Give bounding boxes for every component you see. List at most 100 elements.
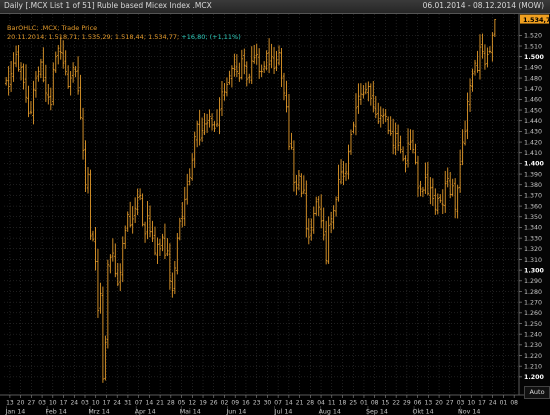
x-day-label: 29 [403, 400, 411, 407]
ohlc-bar [131, 206, 134, 234]
ohlc-bar [188, 168, 191, 186]
x-day-label: 07 [274, 400, 282, 407]
ohlc-bar [173, 260, 177, 295]
ohlc-bar [178, 217, 182, 241]
ohlc-bar [193, 131, 196, 168]
ohlc-bar [431, 178, 435, 206]
ohlc-bar [99, 282, 102, 314]
ohlc-bar [114, 243, 117, 278]
ohlc-bar [421, 186, 425, 198]
ohlc-bar [52, 62, 55, 106]
ohlc-bar [372, 81, 375, 113]
x-day-label: 17 [60, 400, 68, 407]
ohlc-bar [176, 232, 179, 275]
x-month-label: Mrz 14 [88, 409, 109, 415]
ohlc-bar [476, 50, 479, 73]
ohlc-bar [156, 237, 159, 264]
ohlc-bar [225, 77, 229, 97]
ohlc-bar [414, 143, 417, 165]
ohlc-bar [124, 225, 127, 250]
ohlc-bar [478, 34, 482, 80]
ohlc-bar [84, 140, 87, 193]
ohlc-bar [275, 50, 278, 71]
ohlc-bar [424, 162, 427, 194]
ohlc-bar [218, 97, 221, 135]
x-day-label: 06 [414, 400, 422, 407]
ohlc-bar [446, 167, 449, 188]
ohlc-bar [369, 83, 373, 106]
y-tick-label: 1.260 [524, 310, 542, 317]
ohlc-bar [411, 129, 415, 154]
ohlc-bar [126, 211, 129, 232]
x-day-label: 21 [296, 400, 304, 407]
ohlc-bar [483, 44, 487, 70]
ohlc-bar [456, 184, 459, 219]
y-tick-label: 1.250 [524, 321, 542, 328]
y-tick-label: 1.220 [524, 353, 542, 360]
ohlc-bar [327, 216, 330, 264]
ohlc-bar [19, 62, 23, 81]
ohlc-bar [89, 169, 92, 240]
ohlc-bar [384, 108, 387, 123]
ohlc-bar [441, 189, 444, 214]
ohlc-bar [419, 180, 422, 197]
x-day-label: 16 [242, 400, 250, 407]
x-day-label: 25 [349, 400, 357, 407]
ohlc-bar [200, 117, 204, 142]
ohlc-bar [39, 58, 43, 79]
x-day-label: 27 [28, 400, 36, 407]
ohlc-bar [292, 140, 296, 192]
ohlc-bar [312, 206, 315, 234]
ohlc-bar [208, 109, 211, 128]
ohlc-bar [434, 188, 437, 215]
x-month-label: Sep 14 [366, 409, 388, 415]
x-day-label: 28 [306, 400, 314, 407]
y-tick-label: 1.510 [524, 43, 542, 50]
date-range: 06.01.2014 - 08.12.2014 (MOW) [422, 1, 544, 10]
ohlc-bar [74, 66, 77, 78]
ohlc-bar [295, 174, 298, 196]
y-tick-label: 1.210 [524, 363, 542, 370]
x-day-label: 10 [92, 400, 100, 407]
ohlc-bar [14, 45, 18, 67]
ohlc-bar [436, 193, 440, 215]
ohlc-bar [396, 124, 400, 151]
price-chart[interactable]: 1.200 1.210 1.220 1.230 1.240 1.250 1.260 1.270… [0, 14, 550, 415]
y-tick-label: 1.480 [524, 75, 542, 82]
x-day-label: 24 [70, 400, 78, 407]
ohlc-bar [111, 238, 115, 262]
ohlc-bar [416, 155, 420, 197]
x-day-label: 26 [210, 400, 218, 407]
ohlc-bar [270, 43, 273, 69]
legend-ohlc-values: 20.11.2014; 1.518,71; 1.535,29; 1.518,44… [7, 33, 241, 41]
ohlc-bar [320, 194, 323, 229]
ohlc-bar [186, 173, 189, 205]
ohlc-bar [116, 263, 119, 287]
ohlc-bar [240, 49, 244, 80]
y-tick-label: 1.470 [524, 86, 542, 93]
ohlc-bar [389, 116, 392, 136]
ohlc-bar [382, 108, 385, 124]
y-tick-label: 1.200 [524, 374, 545, 381]
ohlc-bars [4, 19, 497, 383]
auto-scale-button[interactable]: Auto [524, 386, 550, 399]
ohlc-bar [272, 47, 276, 74]
ohlc-bar [491, 32, 494, 62]
legend-change: +16,80; (+1,11%) [181, 33, 241, 41]
ohlc-bar [322, 207, 325, 241]
x-day-label: 13 [6, 400, 14, 407]
ohlc-bar [195, 120, 199, 148]
x-day-label: 18 [339, 400, 347, 407]
ohlc-bar [220, 81, 224, 117]
ohlc-bar [54, 51, 57, 73]
ohlc-bar [260, 64, 263, 78]
ohlc-bar [401, 146, 405, 162]
y-tick-label: 1.310 [524, 257, 542, 264]
x-month-label: Jan 14 [4, 409, 25, 415]
ohlc-bar [426, 161, 430, 196]
x-day-label: 10 [49, 400, 57, 407]
ohlc-bar [253, 44, 256, 64]
ohlc-bar [262, 61, 266, 73]
ohlc-bar [458, 149, 462, 193]
ohlc-bar [364, 82, 368, 95]
